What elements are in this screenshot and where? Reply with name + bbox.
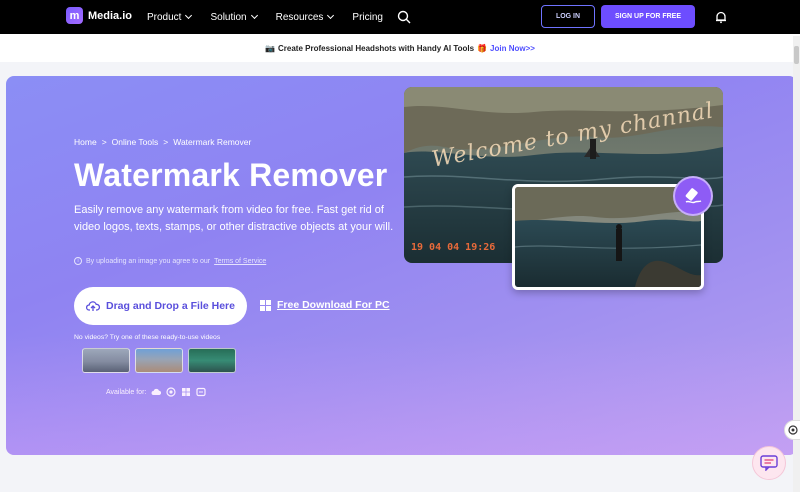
breadcrumb-current: Watermark Remover [173, 137, 252, 147]
search-icon[interactable] [397, 10, 411, 24]
breadcrumb-separator: > [101, 137, 107, 147]
menu-solution-label: Solution [210, 11, 247, 23]
chat-support-button[interactable] [752, 446, 786, 480]
logo-mark: m [66, 7, 83, 24]
cloud-upload-icon [86, 301, 101, 311]
signup-button[interactable]: SIGN UP FOR FREE [601, 5, 695, 28]
page-title: Watermark Remover [74, 157, 388, 193]
upload-button-label: Drag and Drop a File Here [106, 300, 235, 312]
chevron-down-icon [250, 11, 258, 20]
menu-product[interactable]: Product [147, 11, 193, 23]
browser-icon[interactable] [166, 387, 176, 397]
menu-pricing-label: Pricing [352, 11, 383, 23]
available-label: Available for: [106, 388, 147, 396]
menu-resources[interactable]: Resources [275, 11, 335, 23]
scrollbar-thumb[interactable] [794, 46, 799, 64]
sample-video-thumbnail[interactable] [82, 348, 130, 373]
bell-icon[interactable] [714, 10, 728, 24]
terms-notice-text: By uploading an image you agree to our [86, 257, 211, 265]
menu-product-label: Product [147, 11, 182, 23]
page-description: Easily remove any watermark from video f… [74, 204, 394, 233]
free-download-label: Free Download For PC [277, 299, 390, 311]
login-button[interactable]: LOG IN [541, 5, 595, 28]
promo-text: Create Professional Headshots with Handy… [278, 43, 475, 53]
sample-videos [82, 348, 236, 373]
breadcrumb-online-tools[interactable]: Online Tools [112, 137, 159, 147]
breadcrumb-separator: > [163, 137, 169, 147]
chevron-down-icon [185, 11, 193, 20]
breadcrumb: Home > Online Tools > Watermark Remover [74, 137, 251, 147]
cloud-icon[interactable] [151, 387, 162, 397]
camera-icon: 📷 [265, 43, 276, 53]
main-menu: Product Solution Resources Pricing [147, 0, 383, 34]
record-icon [788, 425, 798, 435]
windows-icon [260, 299, 271, 311]
sample-video-thumbnail[interactable] [188, 348, 236, 373]
chat-icon [760, 455, 778, 471]
promo-join-link[interactable]: Join Now>> [490, 44, 535, 53]
windows-platform-icon[interactable] [181, 387, 191, 397]
promo-bar: 📷 Create Professional Headshots with Han… [0, 34, 800, 62]
mobile-app-icon[interactable] [196, 387, 206, 397]
sample-videos-hint: No videos? Try one of these ready-to-use… [74, 334, 221, 341]
logo-text: Media.io [88, 9, 133, 22]
free-download-link[interactable]: Free Download For PC [260, 299, 390, 311]
logo[interactable]: m Media.io [66, 7, 132, 24]
top-navbar: m Media.io Product Solution Resources Pr… [0, 0, 800, 34]
menu-resources-label: Resources [275, 11, 324, 23]
gift-icon: 🎁 [477, 43, 488, 53]
menu-solution[interactable]: Solution [210, 11, 258, 23]
side-tab-button[interactable] [784, 420, 800, 440]
breadcrumb-home[interactable]: Home [74, 137, 97, 147]
menu-pricing[interactable]: Pricing [352, 12, 383, 23]
terms-notice: i By uploading an image you agree to our… [74, 257, 266, 265]
chevron-down-icon [327, 11, 335, 20]
eraser-icon [673, 176, 713, 216]
upload-button[interactable]: Drag and Drop a File Here [74, 287, 247, 325]
sample-video-thumbnail[interactable] [135, 348, 183, 373]
terms-link[interactable]: Terms of Service [214, 258, 266, 265]
info-icon: i [74, 257, 82, 265]
available-platforms: Available for: [106, 387, 206, 397]
watermark-date-overlay: 19 04 04 19:26 [411, 242, 496, 253]
